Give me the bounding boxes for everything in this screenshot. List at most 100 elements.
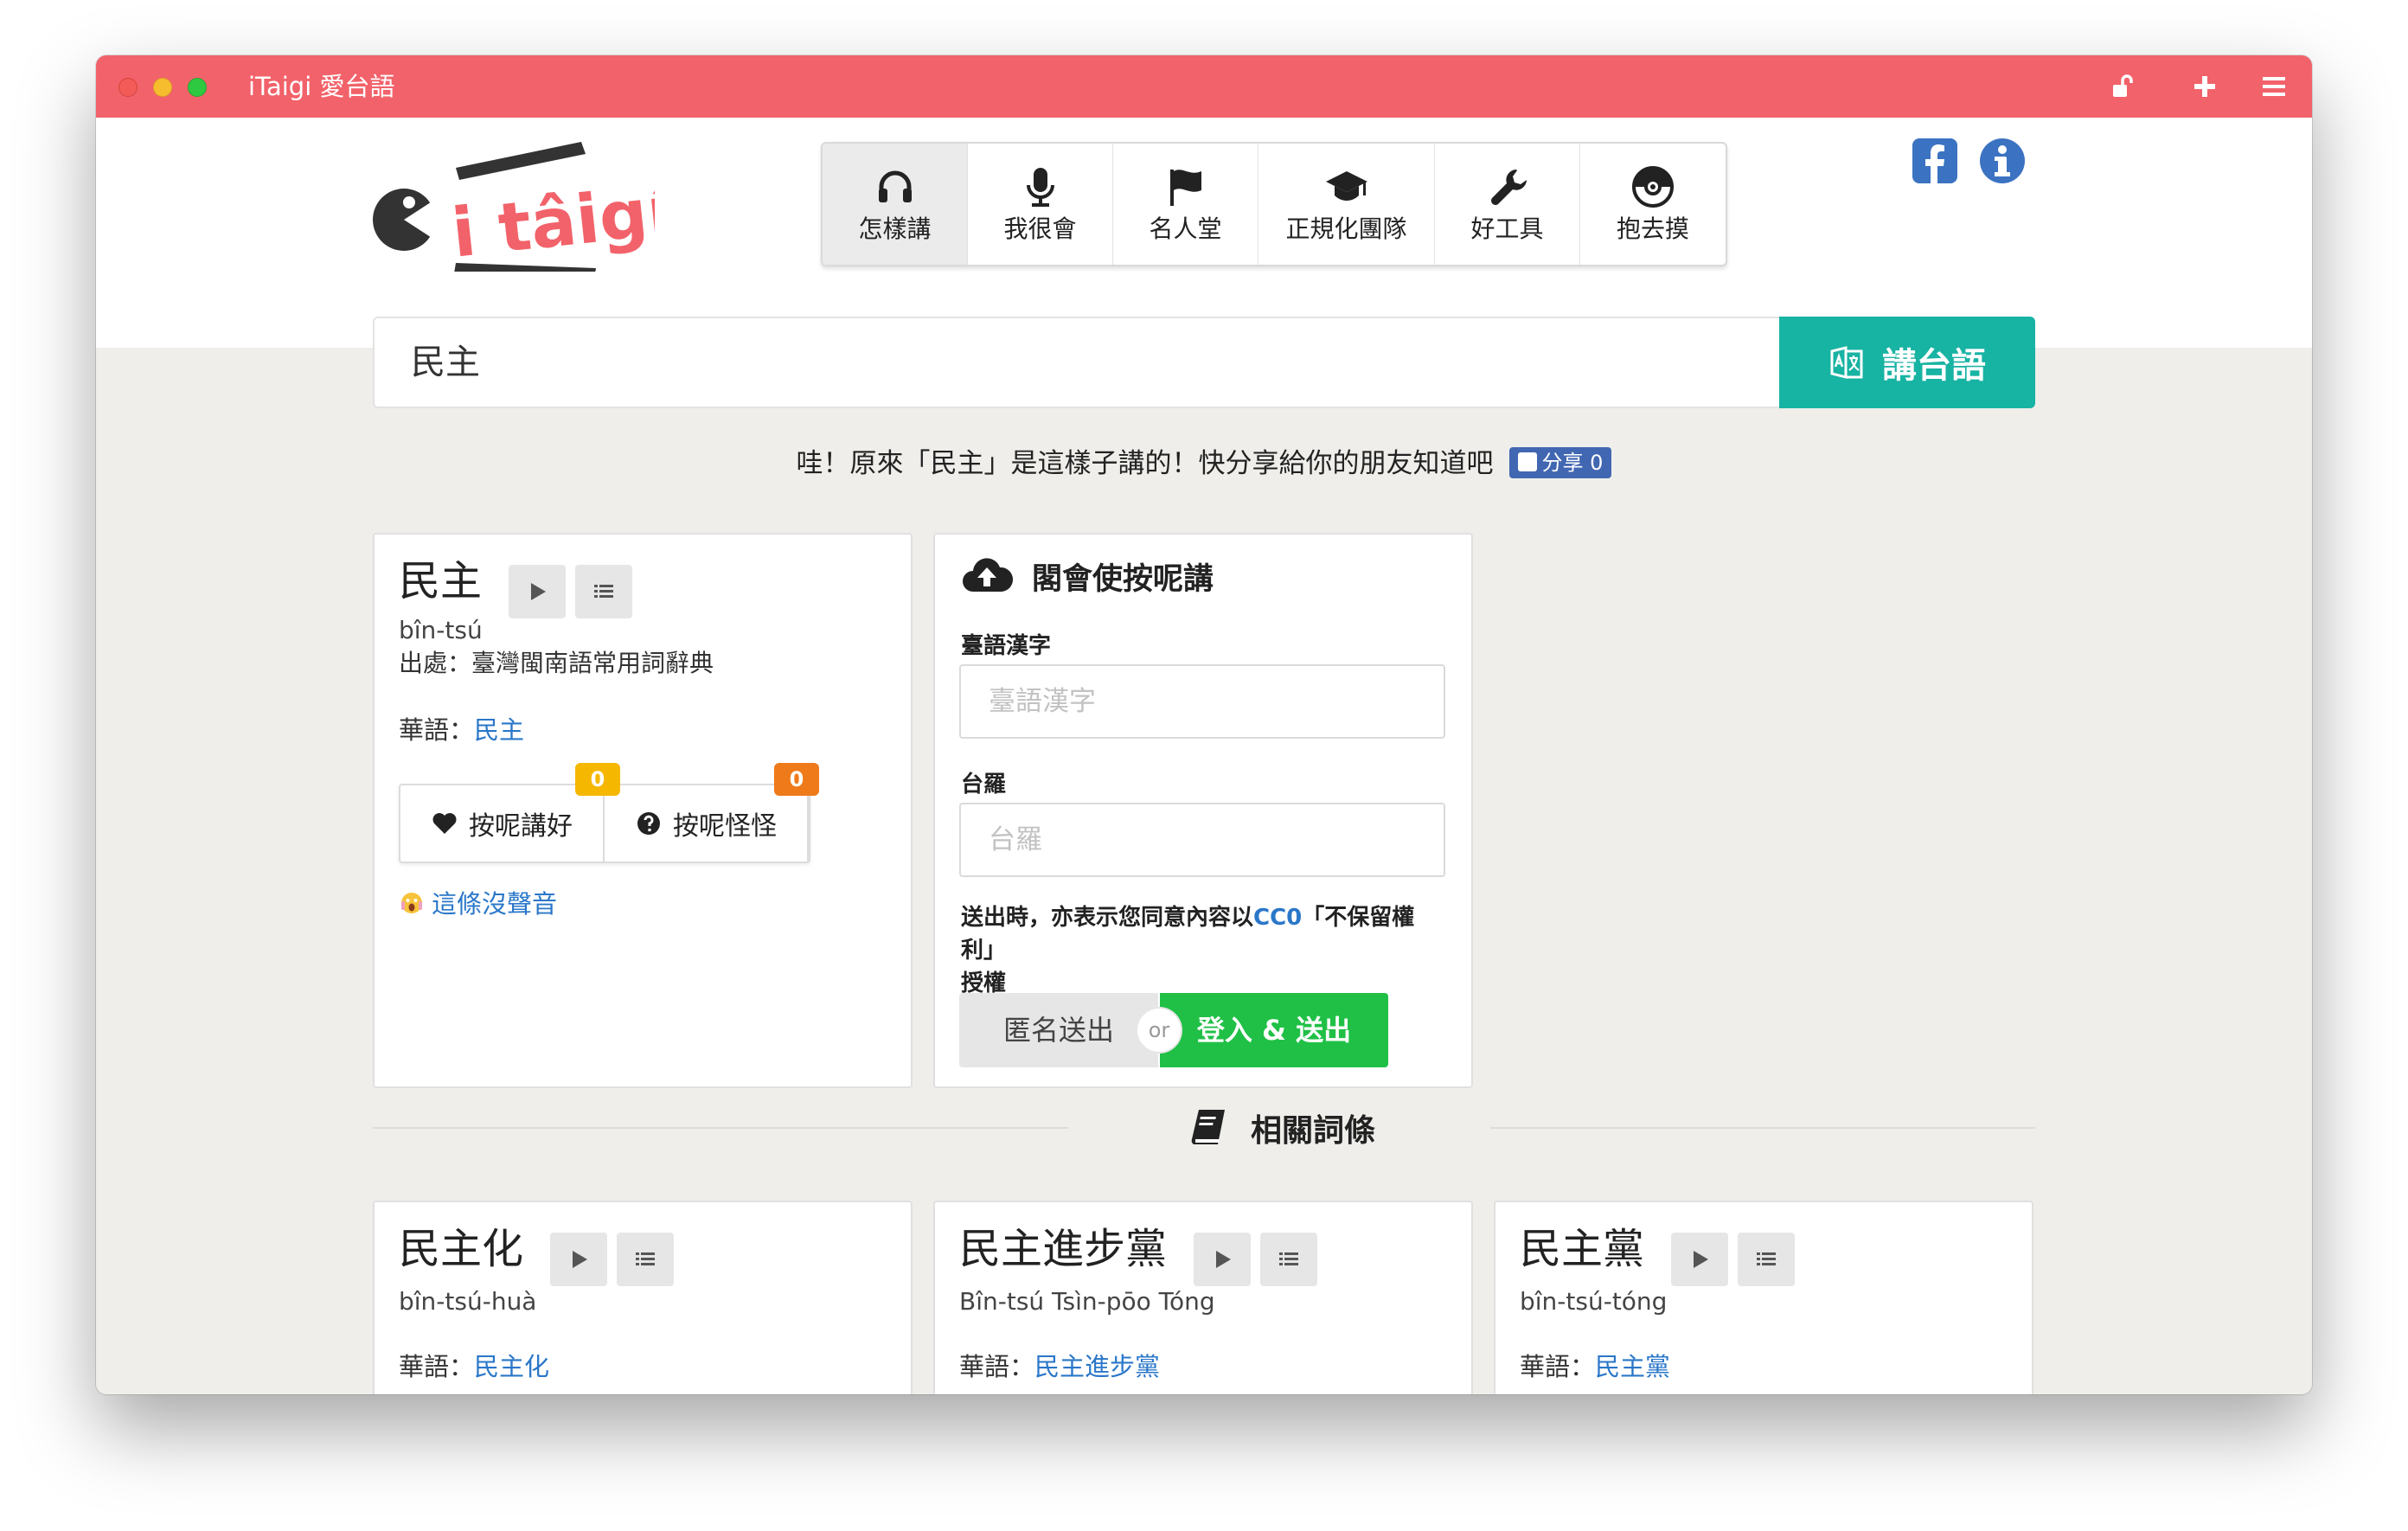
- play-button[interactable]: [1671, 1232, 1729, 1286]
- screaming-face-icon: [401, 893, 422, 913]
- list-button[interactable]: [617, 1232, 675, 1286]
- vote-group: 按呢講好 按呢怪怪 0 0: [399, 763, 819, 863]
- logo-text: i tâigí: [448, 172, 655, 272]
- minimize-window-button[interactable]: [153, 78, 172, 97]
- close-window-button[interactable]: [118, 78, 138, 97]
- unlock-icon[interactable]: [2108, 71, 2139, 102]
- mandarin-link[interactable]: 民主黨: [1595, 1352, 1670, 1381]
- related-heading: 相關詞條: [1108, 1102, 1454, 1154]
- play-button[interactable]: [550, 1232, 608, 1286]
- itaigi-logo[interactable]: i tâigí: [369, 142, 655, 272]
- form-title: 閣會使按呢講: [961, 550, 1214, 602]
- related-romanization: bîn-tsú-tóng: [1520, 1287, 1668, 1316]
- hanzi-input[interactable]: 臺語漢字: [959, 664, 1445, 739]
- related-card: 民主進步黨 Bîn-tsú Tsìn-pōo Tóng 華語：民主進步黨: [933, 1201, 1473, 1394]
- speak-taiwanese-button[interactable]: 講台語: [1779, 317, 2035, 408]
- nav-item-normalization-team[interactable]: 正規化團隊: [1258, 144, 1435, 265]
- anonymous-submit-button[interactable]: 匿名送出: [959, 993, 1158, 1067]
- tailo-input[interactable]: 台羅: [959, 803, 1445, 877]
- related-romanization: Bîn-tsú Tsìn-pōo Tóng: [959, 1287, 1215, 1316]
- odd-button[interactable]: 按呢怪怪: [605, 785, 809, 862]
- search-bar: 民主 講台語: [373, 317, 2035, 408]
- nav-item-how-to-say[interactable]: 怎樣講: [823, 144, 968, 265]
- list-icon: [1279, 1252, 1299, 1265]
- zoom-window-button[interactable]: [188, 78, 207, 97]
- wrench-icon: [1490, 170, 1527, 205]
- nav-item-hall-of-fame[interactable]: 名人堂: [1113, 144, 1258, 265]
- divider-left: [373, 1127, 1068, 1129]
- cc0-link[interactable]: CC0: [1253, 905, 1302, 931]
- related-mandarin: 華語：民主化: [399, 1349, 549, 1384]
- no-sound-label: 這條沒聲音: [432, 889, 558, 919]
- related-word: 民主黨: [1520, 1225, 1645, 1273]
- nav-label: 抱去摸: [1616, 215, 1689, 243]
- play-button[interactable]: [509, 564, 567, 618]
- info-icon[interactable]: [1978, 137, 2027, 185]
- entry-source: 出處：臺灣閩南語常用詞辭典: [399, 649, 714, 677]
- nav-item-tools[interactable]: 好工具: [1435, 144, 1580, 265]
- related-word: 民主化: [399, 1225, 524, 1273]
- related-card: 民主化 bîn-tsú-huà 華語：民主化: [373, 1201, 913, 1394]
- list-icon: [636, 1252, 656, 1265]
- headphones-icon: [878, 170, 912, 202]
- cloud-upload-icon: [963, 558, 1013, 592]
- speak-taiwanese-label: 講台語: [1882, 346, 1986, 386]
- microphone-icon: [1026, 168, 1054, 207]
- play-button[interactable]: [1194, 1232, 1252, 1286]
- entry-romanization: bîn-tsú: [399, 616, 483, 644]
- share-text: 哇！原來「民主」是這樣子講的！快分享給你的朋友知道吧: [796, 448, 1494, 479]
- mandarin-prefix: 華語：: [399, 1352, 475, 1381]
- facebook-small-icon: [1517, 452, 1537, 471]
- play-icon: [573, 1250, 588, 1268]
- share-prompt: 哇！原來「民主」是這樣子講的！快分享給你的朋友知道吧 分享 0: [96, 445, 2312, 483]
- search-input[interactable]: 民主: [373, 317, 1779, 408]
- share-button-label: 分享 0: [1541, 450, 1604, 475]
- window-title: iTaigi 愛台語: [248, 72, 395, 101]
- nav-label: 怎樣講: [858, 215, 932, 243]
- flag-icon: [1169, 170, 1201, 206]
- like-button[interactable]: 按呢講好: [400, 785, 605, 862]
- list-button[interactable]: [575, 564, 633, 618]
- mandarin-link[interactable]: 民主化: [474, 1352, 549, 1381]
- mandarin-link[interactable]: 民主: [474, 715, 524, 745]
- related-word: 民主進步黨: [959, 1225, 1168, 1273]
- book-icon: [1191, 1110, 1225, 1144]
- divider-right: [1490, 1127, 2035, 1129]
- title-bar: iTaigi 愛台語: [96, 55, 2312, 118]
- facebook-share-button[interactable]: 分享 0: [1508, 446, 1612, 478]
- facebook-icon[interactable]: [1912, 138, 1957, 183]
- play-icon: [1694, 1250, 1709, 1268]
- main-entry-card: 民主 bîn-tsú 出處：臺灣閩南語常用詞辭典 華語：民主 按呢講好 按呢怪怪…: [373, 533, 913, 1088]
- related-mandarin: 華語：民主進步黨: [959, 1349, 1160, 1384]
- list-button[interactable]: [1260, 1232, 1318, 1286]
- list-button[interactable]: [1738, 1232, 1796, 1286]
- login-submit-button[interactable]: 登入 & 送出: [1160, 993, 1388, 1067]
- list-icon: [1757, 1252, 1777, 1265]
- menu-icon[interactable]: [2258, 71, 2290, 102]
- odd-count-badge: 0: [774, 763, 819, 796]
- nav-label: 我很會: [1003, 215, 1077, 243]
- mandarin-prefix: 華語：: [399, 715, 475, 745]
- mandarin-prefix: 華語：: [1520, 1352, 1596, 1381]
- entry-word: 民主: [399, 557, 483, 605]
- license-notice: 送出時，亦表示您同意內容以CC0「不保留權利」 授權: [961, 901, 1454, 1000]
- plus-icon[interactable]: [2189, 71, 2220, 102]
- form-title-text: 閣會使按呢講: [1032, 561, 1214, 597]
- submit-form-card: 閣會使按呢講 臺語漢字 臺語漢字 台羅 台羅 送出時，亦表示您同意內容以CC0「…: [933, 533, 1473, 1088]
- notice-prefix: 送出時，亦表示您同意內容以: [961, 905, 1254, 931]
- odd-label: 按呢怪怪: [673, 811, 777, 842]
- nav-label: 好工具: [1470, 215, 1544, 243]
- nav-item-catch[interactable]: 抱去摸: [1580, 144, 1726, 265]
- main-nav: 怎樣講 我很會 名人堂 正規化團隊 好工具 抱去摸: [821, 142, 1727, 266]
- play-icon: [1216, 1250, 1232, 1268]
- no-sound-link[interactable]: 這條沒聲音: [399, 884, 557, 920]
- mandarin-prefix: 華語：: [959, 1352, 1035, 1381]
- list-icon: [594, 584, 614, 598]
- translate-icon: [1830, 346, 1863, 379]
- graduation-cap-icon: [1325, 171, 1367, 201]
- nav-label: 正規化團隊: [1285, 215, 1407, 243]
- mandarin-link[interactable]: 民主進步黨: [1034, 1352, 1160, 1381]
- nav-item-i-know[interactable]: 我很會: [968, 144, 1113, 265]
- related-heading-text: 相關詞條: [1250, 1113, 1375, 1149]
- entry-mandarin: 華語：民主: [399, 713, 524, 747]
